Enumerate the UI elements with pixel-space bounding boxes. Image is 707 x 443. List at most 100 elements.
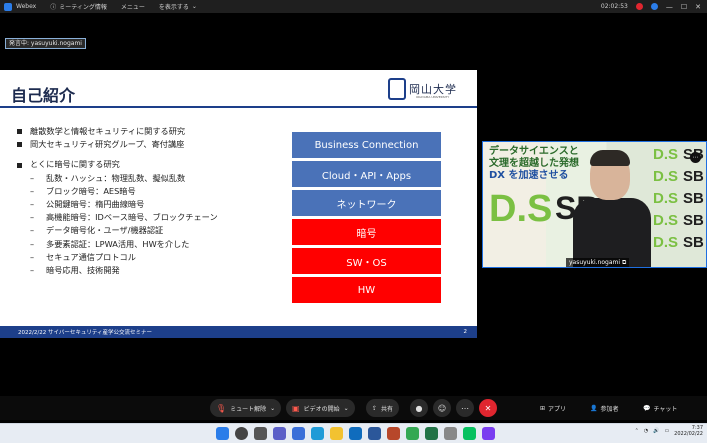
- sub-bullet-text: 乱数・ハッシュ：物理乱数、擬似乱数: [46, 172, 186, 183]
- banner-text: データサイエンスと 文理を超越した発想 DX を加速させる: [489, 146, 579, 182]
- chevron-up-icon[interactable]: ⌃: [635, 428, 639, 434]
- sub-bullet-text: データ暗号化・ユーザ/機器認証: [46, 225, 164, 236]
- system-tray: ⌃ ◔ 🔊 ▭ 7:37 2022/02/22: [635, 425, 703, 437]
- share-button[interactable]: ⇪ 共有: [366, 399, 400, 417]
- sb-logo-small: SB: [683, 168, 704, 185]
- powerpoint-icon[interactable]: [387, 427, 400, 440]
- more-button[interactable]: ⋯: [456, 399, 474, 417]
- clock[interactable]: 7:37 2022/02/22: [674, 425, 703, 437]
- participants-button[interactable]: 👤 参加者: [590, 399, 619, 417]
- ds-logo-small: D.S: [653, 168, 679, 185]
- record-button[interactable]: ●: [410, 399, 428, 417]
- bullet-text: 岡大セキュリティ研究グループ、寄付講座: [30, 139, 185, 150]
- unmute-button[interactable]: 🎙 ミュート解除 ⌄: [210, 399, 282, 417]
- meeting-control-bar: 🎙 ミュート解除 ⌄ ▣ ビデオの開始 ⌄ ⇪ 共有 ● ☺ ⋯ ✕ ⊞ アプリ…: [0, 396, 707, 420]
- square-bullet-icon: [17, 162, 22, 168]
- search-icon[interactable]: [235, 427, 248, 440]
- leave-meeting-button[interactable]: ✕: [479, 399, 497, 417]
- word-icon[interactable]: [368, 427, 381, 440]
- minimize-button[interactable]: —: [666, 3, 673, 11]
- sub-bullet-text: 暗号応用、技術開発: [46, 265, 120, 276]
- participants-icon: 👤: [590, 404, 598, 412]
- ds-logo-small: D.S: [653, 212, 679, 229]
- reactions-button[interactable]: ☺: [433, 399, 451, 417]
- view-button[interactable]: を表示する ⌄: [159, 2, 197, 11]
- layer-box-network: ネットワーク: [292, 190, 441, 216]
- bullet-text: 離散数学と情報セキュリティに関する研究: [30, 126, 186, 136]
- more-options-icon[interactable]: ⋯: [690, 152, 701, 163]
- edge-icon[interactable]: [311, 427, 324, 440]
- active-speaker-tag: 発言中: yasuyuki.nogami: [5, 38, 86, 49]
- more-icon: ⋯: [461, 403, 469, 413]
- ds-logo-small: D.S: [653, 190, 679, 207]
- menu-button[interactable]: メニュー: [121, 2, 145, 11]
- volume-icon[interactable]: 🔊: [653, 428, 659, 434]
- square-bullet-icon: [17, 129, 22, 135]
- participant-name-tag: yasuyuki.nogami ⧉: [566, 258, 630, 267]
- slide-footer: 2022/2/22 サイバーセキュリティ産学公交流セミナー 2: [0, 326, 477, 338]
- university-emblem-icon: [388, 78, 406, 100]
- start-video-button[interactable]: ▣ ビデオの開始 ⌄: [286, 399, 355, 417]
- banner-line: データサイエンスと: [489, 146, 579, 157]
- clock-date: 2022/02/22: [674, 431, 703, 437]
- layer-box-business: Business Connection: [292, 132, 441, 158]
- ds-logo-large: D.S: [489, 188, 553, 230]
- bullet-text: とくに暗号に関する研究: [30, 159, 120, 170]
- sub-bullet-text: 公開鍵暗号：楕円曲線暗号: [46, 199, 145, 210]
- chat-app-icon[interactable]: [273, 427, 286, 440]
- participant-person: [573, 150, 651, 267]
- webex-logo-icon: [4, 2, 12, 11]
- app-name: Webex: [16, 3, 37, 10]
- maximize-button[interactable]: ☐: [681, 3, 687, 11]
- bullet-list: 離散数学と情報セキュリティに関する研究 岡大セキュリティ研究グループ、寄付講座 …: [17, 125, 218, 277]
- sub-bullet-item: – セキュア通信プロトコル: [17, 251, 218, 264]
- security-icon: [650, 3, 658, 10]
- wifi-icon[interactable]: ◔: [644, 428, 648, 434]
- windows-taskbar: ⌃ ◔ 🔊 ▭ 7:37 2022/02/22: [0, 423, 707, 443]
- meeting-time: 02:02:53: [600, 3, 628, 10]
- sub-bullet-item: – 乱数・ハッシュ：物理乱数、擬似乱数: [17, 172, 218, 185]
- view-label: を表示する: [158, 4, 189, 11]
- sub-bullet-item: – 高機能暗号：IDベース暗号、ブロックチェーン: [17, 211, 218, 224]
- layer-stack-diagram: Business Connection Cloud・API・Apps ネットワー…: [292, 132, 441, 306]
- excel-icon[interactable]: [425, 427, 438, 440]
- menu-label: メニュー: [120, 4, 145, 11]
- start-icon[interactable]: [216, 427, 229, 440]
- title-rule: [0, 106, 477, 108]
- apps-label: アプリ: [548, 405, 567, 413]
- record-icon: ●: [415, 403, 423, 413]
- meeting-info-button[interactable]: ⓘ ミーティング情報: [50, 2, 107, 11]
- sub-bullet-item: – 多要素認証：LPWA活用、HWを介した: [17, 238, 218, 251]
- chevron-down-icon: ⌄: [343, 404, 349, 412]
- banner-line: 文理を超越した発想: [489, 158, 579, 169]
- outlook-icon[interactable]: [349, 427, 362, 440]
- chrome-icon[interactable]: [406, 427, 419, 440]
- layer-box-sw-os: SW・OS: [292, 248, 441, 274]
- chevron-down-icon: ⌄: [270, 404, 276, 412]
- sub-bullet-item: – データ暗号化・ユーザ/機器認証: [17, 224, 218, 237]
- sb-logo-small: SB: [683, 212, 704, 229]
- task-view-icon[interactable]: [254, 427, 267, 440]
- slide-title: 自己紹介: [11, 86, 76, 105]
- square-bullet-icon: [17, 142, 22, 148]
- window-icon: ⧉: [621, 259, 627, 266]
- app-icon[interactable]: [482, 427, 495, 440]
- slide-footer-text: 2022/2/22 サイバーセキュリティ産学公交流セミナー: [18, 330, 153, 336]
- layer-box-crypto: 暗号: [292, 219, 441, 245]
- shared-slide: 自己紹介 岡山大学 OKAYAMA UNIVERSITY 離散数学と情報セキュリ…: [0, 70, 477, 338]
- participant-name: yasuyuki.nogami: [569, 259, 621, 266]
- webex-taskbar-icon[interactable]: [463, 427, 476, 440]
- apps-button[interactable]: ⊞ アプリ: [540, 399, 566, 417]
- participant-video-tile[interactable]: データサイエンスと 文理を超越した発想 DX を加速させる D.S SB D.S…: [482, 141, 707, 268]
- bullet-item: 岡大セキュリティ研究グループ、寄付講座: [17, 138, 218, 151]
- close-button[interactable]: ✕: [695, 3, 701, 11]
- chat-button[interactable]: 💬 チャット: [643, 399, 677, 417]
- widgets-icon[interactable]: [292, 427, 305, 440]
- settings-icon[interactable]: [444, 427, 457, 440]
- apps-icon: ⊞: [540, 404, 546, 412]
- sb-logo-small: SB: [683, 190, 704, 207]
- sb-logo-small: SB: [683, 234, 704, 251]
- ds-logo-small: D.S: [653, 234, 679, 251]
- battery-icon[interactable]: ▭: [664, 428, 669, 434]
- file-explorer-icon[interactable]: [330, 427, 343, 440]
